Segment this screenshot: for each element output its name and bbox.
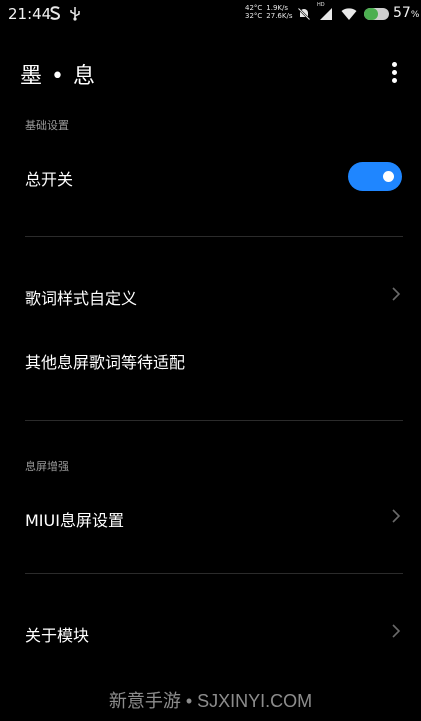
temp-top: 42°C [245, 4, 263, 12]
divider [25, 420, 403, 421]
more-vertical-icon-dot [391, 61, 397, 67]
status-left-icons [48, 5, 84, 21]
miui-aod-label: MIUI息屏设置 [25, 511, 124, 530]
master-switch-toggle[interactable] [348, 162, 402, 191]
status-bar: 21:44 42°C 32°C 1.9K/s 27.6K/s HD 57% [0, 0, 421, 30]
battery-fill [364, 8, 379, 20]
about-label: 关于模块 [25, 626, 90, 645]
status-net-info: 42°C 32°C 1.9K/s 27.6K/s [245, 4, 292, 20]
net-up: 1.9K/s [266, 4, 289, 12]
page-title: 墨 • 息 [20, 64, 96, 89]
toggle-knob [383, 171, 394, 182]
other-lyric-label: 其他息屏歌词等待适配 [25, 353, 186, 372]
lyric-style-label: 歌词样式自定义 [25, 289, 138, 308]
chevron-right-icon [392, 509, 401, 523]
battery-icon [364, 8, 389, 20]
status-time: 21:44 [8, 5, 52, 23]
chevron-right-icon [392, 287, 401, 301]
status-right-icons: HD [297, 2, 357, 22]
more-vertical-icon-dot [391, 77, 397, 83]
net-down: 27.6K/s [266, 12, 293, 20]
master-switch-label: 总开关 [25, 170, 74, 189]
miui-aod-row[interactable]: MIUI息屏设置 [0, 492, 421, 542]
usb-icon [68, 5, 84, 21]
s-notification-icon [48, 5, 64, 21]
divider [25, 573, 403, 574]
battery-percent-text: 57% [393, 5, 419, 21]
about-row[interactable]: 关于模块 [0, 607, 421, 657]
lyric-style-row[interactable]: 歌词样式自定义 [0, 270, 421, 320]
mute-bell-icon [297, 6, 313, 22]
battery-percent: 57 [393, 5, 411, 21]
more-vertical-icon-dot [391, 69, 397, 75]
chevron-right-icon [392, 624, 401, 638]
battery-percent-sign: % [410, 10, 420, 20]
divider [25, 236, 403, 237]
section-header-aod: 息屏增强 [25, 460, 69, 473]
other-lyric-row[interactable]: 其他息屏歌词等待适配 [0, 335, 421, 385]
wifi-icon [341, 6, 357, 22]
section-header-basic: 基础设置 [25, 119, 69, 132]
hd-label: HD [317, 2, 325, 8]
temp-bottom: 32°C [245, 12, 263, 20]
watermark: 新意手游 • SJXINYI.COM [108, 691, 313, 711]
hd-signal-icon: HD [317, 2, 335, 22]
more-options-button[interactable] [380, 58, 408, 86]
